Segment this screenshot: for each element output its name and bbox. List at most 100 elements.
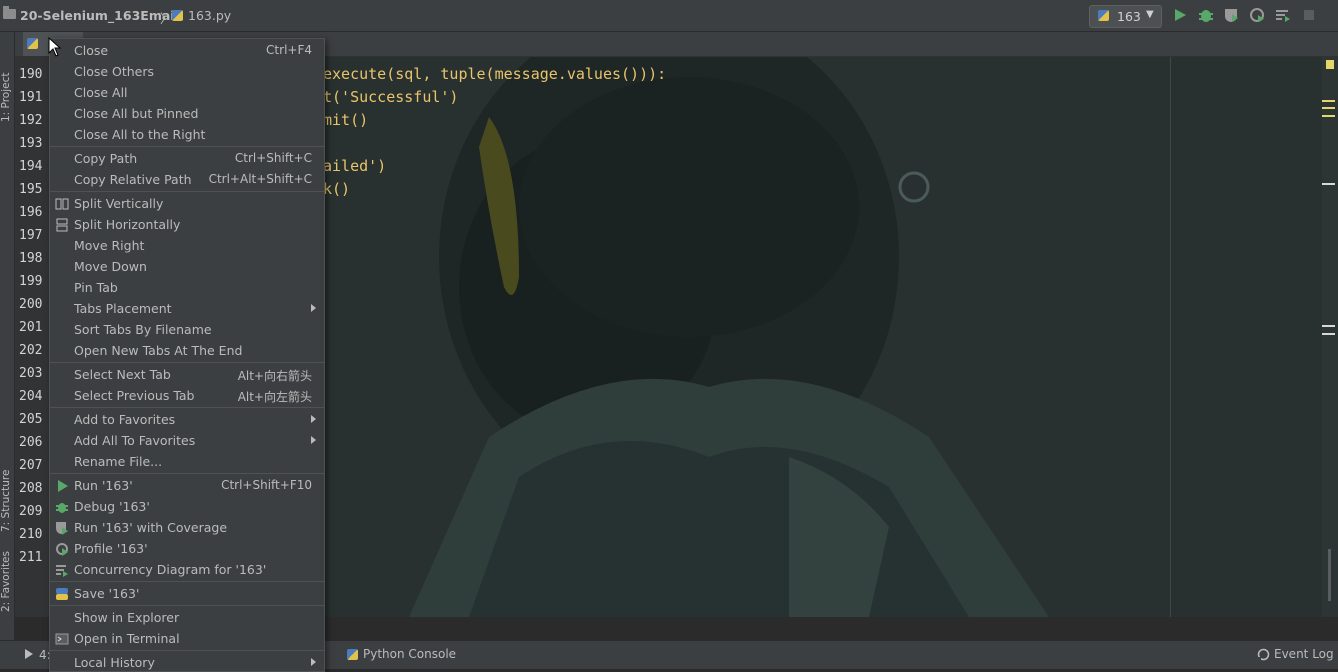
run-configuration-select[interactable]: 163 ▼ <box>1089 5 1162 28</box>
menu-item-run-163[interactable]: Run '163' Ctrl+Shift+F10 <box>50 475 324 496</box>
line-number: 202 <box>19 343 43 358</box>
warning-marker[interactable] <box>1322 115 1335 117</box>
menu-item-close-all-but-pinned[interactable]: Close All but Pinned <box>50 103 324 124</box>
structure-tool-window-button[interactable]: 7: Structure <box>0 470 12 532</box>
run-button[interactable] <box>1171 6 1189 24</box>
python-icon <box>1098 10 1109 21</box>
line-number: 207 <box>19 458 43 473</box>
stop-button[interactable] <box>1300 6 1318 24</box>
menu-item-label: Add to Favorites <box>74 412 176 427</box>
error-stripe[interactable] <box>1322 57 1338 617</box>
menu-item-tabs-placement[interactable]: Tabs Placement <box>50 298 324 319</box>
project-tool-window-button[interactable]: 1: Project <box>0 73 12 122</box>
split-horizontally-icon <box>55 218 69 232</box>
menu-item-label: Split Horizontally <box>74 217 181 232</box>
menu-item-label: Show in Explorer <box>74 610 180 625</box>
event-log-tab[interactable]: Event Log <box>1274 647 1334 661</box>
code-line-190: execute(sql, tuple(message.values())): <box>323 65 667 83</box>
warning-marker[interactable] <box>1322 107 1335 109</box>
editor-background-image <box>409 57 1049 617</box>
line-number: 205 <box>19 412 43 427</box>
python-console-icon <box>347 649 358 660</box>
menu-item-rename-file[interactable]: Rename File... <box>50 451 324 472</box>
menu-item-close-all-to-the-right[interactable]: Close All to the Right <box>50 124 324 145</box>
line-number: 193 <box>19 136 43 151</box>
menu-item-close-others[interactable]: Close Others <box>50 61 324 82</box>
chevron-down-icon: ▼ <box>1146 9 1154 20</box>
menu-item-label: Copy Path <box>74 151 138 166</box>
menu-separator <box>50 362 324 363</box>
menu-item-add-to-favorites[interactable]: Add to Favorites <box>50 409 324 430</box>
menu-item-label: Close All but Pinned <box>74 106 199 121</box>
profile-button[interactable] <box>1248 6 1266 24</box>
breadcrumb-project[interactable]: 20-Selenium_163Email <box>20 8 179 23</box>
menu-item-split-horizontally[interactable]: Split Horizontally <box>50 214 324 235</box>
submenu-arrow-icon <box>311 436 316 444</box>
line-number: 194 <box>19 159 43 174</box>
menu-separator <box>50 473 324 474</box>
info-marker[interactable] <box>1322 325 1335 327</box>
favorites-tool-window-button[interactable]: 2: Favorites <box>0 551 12 612</box>
split-vertically-icon <box>55 197 69 211</box>
line-number: 190 <box>19 67 43 82</box>
menu-separator <box>50 605 324 606</box>
menu-item-label: Split Vertically <box>74 196 164 211</box>
breadcrumb-file[interactable]: 163.py <box>188 8 231 23</box>
menu-item-pin-tab[interactable]: Pin Tab <box>50 277 324 298</box>
menu-item-label: Rename File... <box>74 454 163 469</box>
folder-icon <box>3 6 16 19</box>
left-tool-strip: 1: Project 7: Structure 2: Favorites <box>0 32 15 640</box>
menu-item-label: Add All To Favorites <box>74 433 196 448</box>
menu-item-move-right[interactable]: Move Right <box>50 235 324 256</box>
line-number: 210 <box>19 527 43 542</box>
line-number: 203 <box>19 366 43 381</box>
right-margin-guide <box>1170 57 1171 617</box>
run-icon <box>55 479 69 493</box>
menu-item-run-163-with-coverage[interactable]: Run '163' with Coverage <box>50 517 324 538</box>
menu-separator <box>50 407 324 408</box>
menu-item-open-in-terminal[interactable]: Open in Terminal <box>50 628 324 649</box>
concurrency-button[interactable] <box>1274 6 1292 24</box>
menu-item-label: Run '163' <box>74 478 133 493</box>
line-number: 199 <box>19 274 43 289</box>
menu-item-select-previous-tab[interactable]: Select Previous Tab Alt+向左箭头 <box>50 385 324 406</box>
line-number: 211 <box>19 550 43 565</box>
submenu-arrow-icon <box>311 658 316 666</box>
code-line-192: mit() <box>323 111 369 129</box>
menu-item-move-down[interactable]: Move Down <box>50 256 324 277</box>
menu-item-close-all[interactable]: Close All <box>50 82 324 103</box>
menu-item-copy-path[interactable]: Copy Path Ctrl+Shift+C <box>50 148 324 169</box>
line-number: 201 <box>19 320 43 335</box>
menu-item-close[interactable]: Close Ctrl+F4 <box>50 40 324 61</box>
run-configuration-label: 163 <box>1117 9 1141 24</box>
scrollbar-thumb[interactable] <box>1328 549 1331 601</box>
menu-item-shortcut: Ctrl+Shift+C <box>234 151 312 165</box>
menu-item-show-in-explorer[interactable]: Show in Explorer <box>50 607 324 628</box>
menu-item-local-history[interactable]: Local History <box>50 652 324 671</box>
menu-item-label: Pin Tab <box>74 280 118 295</box>
warning-marker[interactable] <box>1322 100 1335 102</box>
menu-item-sort-tabs-by-filename[interactable]: Sort Tabs By Filename <box>50 319 324 340</box>
menu-item-split-vertically[interactable]: Split Vertically <box>50 193 324 214</box>
menu-item-concurrency-diagram-163[interactable]: Concurrency Diagram for '163' <box>50 559 324 580</box>
info-marker[interactable] <box>1322 333 1335 335</box>
python-console-tab[interactable]: Python Console <box>363 647 456 661</box>
debug-button[interactable] <box>1197 6 1215 24</box>
menu-item-open-new-tabs-at-the-end[interactable]: Open New Tabs At The End <box>50 340 324 361</box>
profiler-icon <box>55 542 69 556</box>
menu-item-debug-163[interactable]: Debug '163' <box>50 496 324 517</box>
menu-item-shortcut: Alt+向左箭头 <box>237 390 312 404</box>
menu-item-save-163[interactable]: Save '163' <box>50 583 324 604</box>
menu-item-select-next-tab[interactable]: Select Next Tab Alt+向右箭头 <box>50 364 324 385</box>
line-number: 196 <box>19 205 43 220</box>
menu-separator <box>50 650 324 651</box>
python-file-icon <box>27 38 38 49</box>
info-marker[interactable] <box>1322 183 1335 185</box>
menu-item-shortcut: Ctrl+F4 <box>266 43 312 57</box>
run-coverage-button[interactable] <box>1222 6 1240 24</box>
menu-item-label: Close <box>74 43 109 58</box>
menu-item-add-all-to-favorites[interactable]: Add All To Favorites <box>50 430 324 451</box>
menu-item-profile-163[interactable]: Profile '163' <box>50 538 324 559</box>
menu-item-copy-relative-path[interactable]: Copy Relative Path Ctrl+Alt+Shift+C <box>50 169 324 190</box>
run-icon <box>1175 9 1186 21</box>
